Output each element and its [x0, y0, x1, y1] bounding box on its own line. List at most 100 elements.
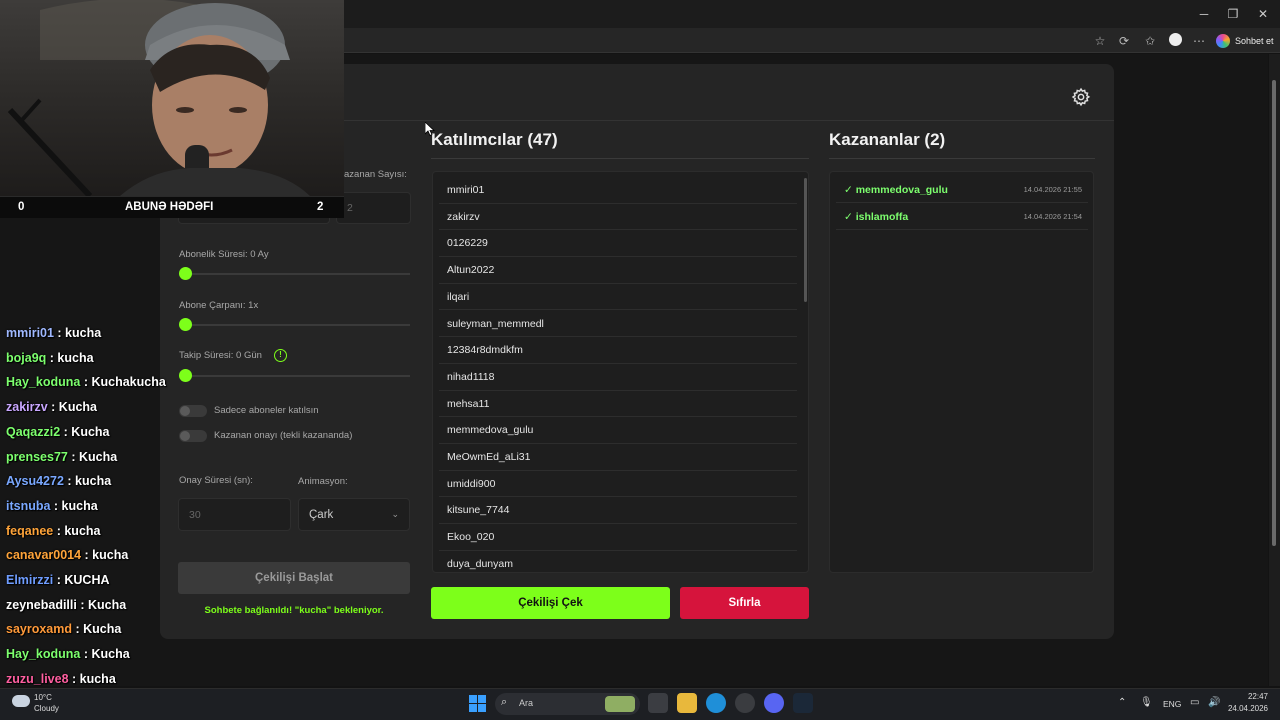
chat-username: zeynebadilli	[6, 597, 77, 612]
sub-duration-label: Abonelik Süresi: 0 Ay	[179, 249, 269, 260]
weather-temp: 10°C	[34, 693, 52, 702]
profile-icon[interactable]	[1167, 33, 1183, 49]
chat-username: Elmirzzi	[6, 573, 54, 587]
chat-message: feqanee : kucha	[6, 524, 101, 538]
winner-timestamp: 14.04.2026 21:54	[1023, 212, 1082, 221]
obs-icon[interactable]	[735, 693, 755, 713]
participant-row: suleyman_memmedl	[439, 311, 797, 338]
follow-duration-knob[interactable]	[179, 369, 192, 382]
extensions-icon[interactable]: ⟳	[1116, 33, 1132, 49]
steam-icon[interactable]	[793, 693, 813, 713]
taskbar-search[interactable]: ⌕ Ara	[495, 693, 640, 715]
chat-text: : Kuchakucha	[80, 375, 166, 390]
edge-browser-icon[interactable]	[706, 693, 726, 713]
more-icon[interactable]: ⋯	[1191, 33, 1207, 49]
animation-select[interactable]: Çark ⌄	[298, 498, 410, 531]
chevron-up-icon[interactable]: ⌃	[1118, 697, 1126, 708]
chat-message: zuzu_live8 : kucha	[6, 672, 116, 686]
file-explorer-icon[interactable]	[677, 693, 697, 713]
search-icon: ⌕	[501, 696, 508, 708]
discord-icon[interactable]	[764, 693, 784, 713]
chat-message: boja9q : kucha	[6, 351, 94, 365]
participant-row: 12384r8dmdkfm	[439, 337, 797, 364]
clock-date[interactable]: 24.04.2026	[1222, 704, 1268, 713]
page-scrollbar[interactable]	[1269, 54, 1280, 686]
favorite-star-icon[interactable]: ☆	[1092, 33, 1108, 49]
participant-row: zakirzv	[439, 204, 797, 231]
windows-start-icon[interactable]	[469, 695, 486, 712]
webcam-overlay	[0, 0, 344, 196]
chat-text: : kucha	[81, 548, 129, 563]
sub-goal-label: ABUNƏ HƏDƏFI	[125, 201, 214, 213]
winners-title: Kazananlar (2)	[829, 130, 946, 149]
draw-button[interactable]: Çekilişi Çek	[431, 587, 670, 619]
chat-message: Elmirzzi : KUCHA	[6, 573, 110, 587]
chat-message: zakirzv : Kucha	[6, 400, 97, 414]
close-icon[interactable]: ✕	[1255, 6, 1271, 22]
start-giveaway-button[interactable]: Çekilişi Başlat	[178, 562, 410, 594]
chat-text: : kucha	[50, 498, 98, 513]
participant-row: ilqari	[439, 284, 797, 311]
clock-time[interactable]: 22:47	[1230, 692, 1268, 701]
chat-username: Qaqazzi2	[6, 424, 61, 439]
chat-username: zakirzv	[6, 400, 48, 415]
sub-duration-track[interactable]	[180, 273, 410, 275]
sub-goal-bar: 0 ABUNƏ HƏDƏFI 2	[0, 196, 344, 218]
copilot-icon	[1216, 34, 1230, 48]
restore-icon[interactable]: ❐	[1225, 6, 1241, 22]
sub-multiplier-track[interactable]	[180, 324, 410, 326]
settings-gear-icon[interactable]	[1071, 87, 1091, 107]
chat-message: prenses77 : Kucha	[6, 450, 117, 464]
participants-underline	[431, 158, 809, 159]
copilot-button[interactable]: Sohbet et	[1216, 32, 1274, 50]
sub-duration-knob[interactable]	[179, 267, 192, 280]
volume-icon[interactable]: 🔊	[1208, 697, 1220, 708]
chat-username: Hay_koduna	[6, 375, 81, 390]
subs-only-label: Sadece aboneler katılsın	[214, 405, 319, 416]
participant-row: mmiri01	[439, 177, 797, 204]
search-highlight-icon	[605, 696, 635, 712]
winner-row: ✓ ishlamoffa 14.04.2026 21:54	[836, 204, 1088, 230]
participant-row: nihad1118	[439, 364, 797, 391]
chat-username: prenses77	[6, 449, 68, 464]
chat-text: : kucha	[68, 671, 116, 686]
participants-scrollbar[interactable]	[804, 178, 807, 302]
winners-list: ✓ memmedova_gulu 14.04.2026 21:55 ✓ ishlam…	[829, 171, 1094, 573]
participants-title: Katılımcılar (47)	[431, 130, 558, 149]
microphone-icon[interactable]: 🎙	[1140, 697, 1153, 708]
reset-button[interactable]: Sıfırla	[680, 587, 809, 619]
chat-message: Qaqazzi2 : Kucha	[6, 425, 110, 439]
mouse-cursor-icon	[424, 121, 436, 141]
subs-only-toggle[interactable]	[179, 405, 207, 417]
participants-list[interactable]: mmiri01 zakirzv 0126229 Altun2022 ilqari sule…	[432, 171, 809, 573]
participant-row: MeOwmEd_aLi31	[439, 444, 797, 471]
confirm-time-input[interactable]: 30	[178, 498, 291, 531]
connection-status-text: Sohbete bağlanıldı! "kucha" bekleniyor.	[204, 605, 384, 616]
winner-name: ✓ memmedova_gulu	[844, 184, 948, 196]
follow-duration-track[interactable]	[180, 375, 410, 377]
chat-message: mmiri01 : kucha	[6, 326, 101, 340]
language-indicator[interactable]: ENG	[1163, 699, 1181, 709]
chat-username: itsnuba	[6, 498, 51, 513]
sub-multiplier-knob[interactable]	[179, 318, 192, 331]
chat-username: Hay_koduna	[6, 647, 81, 662]
chat-message: itsnuba : kucha	[6, 499, 98, 513]
minimize-icon[interactable]: ─	[1196, 6, 1212, 22]
participant-row: 0126229	[439, 230, 797, 258]
task-view-icon[interactable]	[648, 693, 668, 713]
network-icon[interactable]: ▭	[1190, 697, 1199, 708]
follow-duration-label: Takip Süresi: 0 Gün	[179, 350, 262, 361]
chat-message: Hay_koduna : Kuchakucha	[6, 375, 166, 389]
winner-count-input[interactable]: 2	[336, 192, 411, 224]
chat-message: Aysu4272 : kucha	[6, 474, 111, 488]
chat-text: : kucha	[46, 350, 94, 365]
collections-icon[interactable]: ✩	[1142, 33, 1158, 49]
chat-username: sayroxamd	[6, 622, 73, 637]
chat-text: : Kucha	[76, 597, 127, 612]
sub-goal-target: 2	[317, 201, 324, 213]
weather-desc: Cloudy	[34, 704, 59, 713]
info-icon[interactable]: !	[274, 349, 287, 362]
search-placeholder: Ara	[519, 698, 534, 708]
chat-message: canavar0014 : kucha	[6, 548, 128, 562]
winner-confirm-toggle[interactable]	[179, 430, 207, 442]
